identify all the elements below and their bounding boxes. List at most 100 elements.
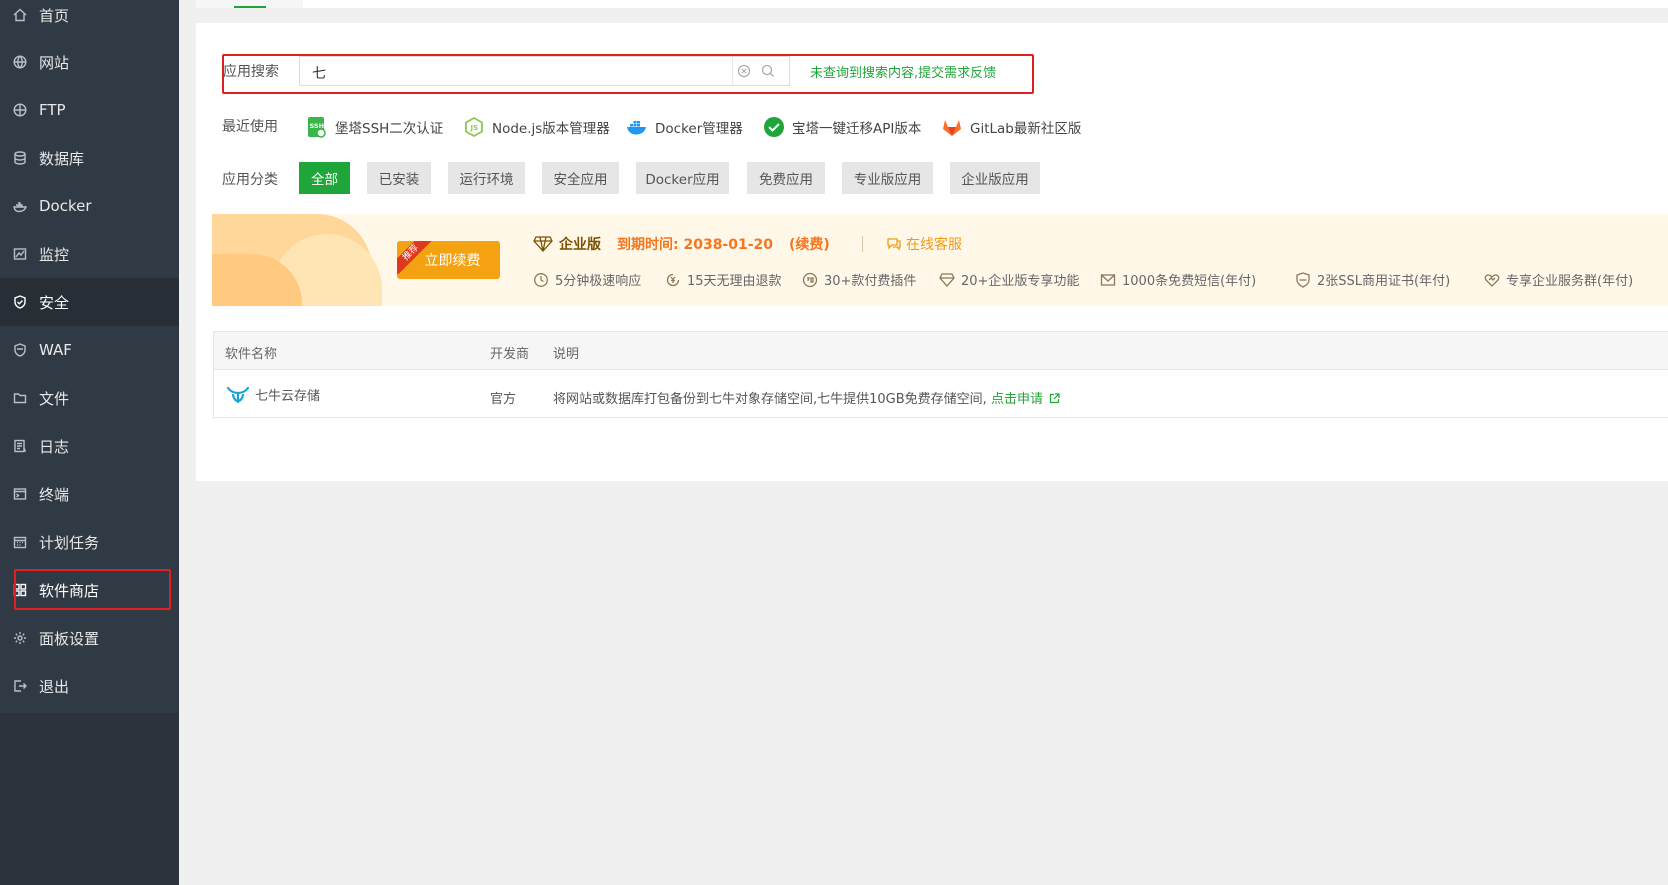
sidebar-item-cron[interactable]: 计划任务 [0,518,179,566]
log-icon [13,439,27,453]
sidebar-item-label: 退出 [39,677,70,696]
sidebar-item-logout[interactable]: 退出 [0,662,179,710]
sidebar-item-label: 计划任务 [39,533,100,552]
search-input-value[interactable]: 七 [312,63,326,83]
sidebar-item-panel-settings[interactable]: 面板设置 [0,614,179,662]
sidebar-item-security[interactable]: 安全 [0,278,179,326]
sidebar-item-database[interactable]: 数据库 [0,134,179,182]
category-free[interactable]: 免费应用 [747,162,825,194]
online-service-label: 在线客服 [906,237,962,253]
search-input[interactable]: 七 [299,56,790,86]
divider [862,236,863,252]
recent-item-migration[interactable]: 宝塔一键迁移API版本 [763,114,921,140]
recent-item-label: Docker管理器 [655,121,743,137]
sidebar-item-logs[interactable]: 日志 [0,422,179,470]
plugin-count-icon [802,272,818,288]
renew-link[interactable]: (续费) [789,234,830,254]
category-runtime[interactable]: 运行环境 [448,162,525,194]
ssl-certificate-icon [1295,271,1311,288]
refund-icon [665,272,681,288]
feature-item: 1000条免费短信(年付) [1100,270,1256,289]
description-text: 将网站或数据库打包备份到七牛对象存储空间,七牛提供10GB免费存储空间, [553,392,987,407]
database-icon [13,151,27,165]
feature-item: 5分钟极速响应 [533,270,641,289]
apply-link[interactable]: 点击申请 [991,392,1060,407]
category-pro[interactable]: 专业版应用 [842,162,933,194]
category-security[interactable]: 安全应用 [542,162,619,194]
column-header-developer: 开发商 [490,347,530,362]
clock-icon [533,272,549,288]
sidebar-item-label: 安全 [39,293,70,312]
sidebar-item-home[interactable]: 首页 [0,0,179,39]
feature-item: 专享企业服务群(年付) [1484,270,1633,289]
recent-item-label: GitLab最新社区版 [970,121,1082,137]
sidebar-item-waf[interactable]: WAF [0,326,179,374]
clear-icon[interactable] [737,64,751,78]
feature-item: 15天无理由退款 [665,270,782,289]
mail-icon [1100,272,1116,288]
sidebar-item-label: 面板设置 [39,629,100,648]
search-icon[interactable] [761,64,775,78]
app-store-highlight-box [14,569,171,610]
enterprise-info: 企业版 到期时间: 2038-01-20 (续费) [533,234,830,254]
logout-icon [13,679,27,693]
category-installed[interactable]: 已安装 [367,162,431,194]
category-all[interactable]: 全部 [299,162,350,194]
renew-now-button[interactable]: 推荐 立即续费 [397,241,500,279]
feature-label: 30+款付费插件 [824,274,917,289]
sidebar-item-website[interactable]: 网站 [0,38,179,86]
svg-text:JS: JS [470,124,479,132]
globe-icon [13,55,27,69]
calendar-icon [13,535,27,549]
sidebar-item-label: 文件 [39,389,70,408]
sidebar-item-label: 数据库 [39,149,85,168]
ftp-globe-icon [13,103,27,117]
category-docker[interactable]: Docker应用 [636,162,729,194]
software-table: 软件名称 开发商 说明 七牛云存储 官方 将网站或数据库打包备份到七牛对象存储空… [213,331,1668,418]
sidebar-item-label: Docker [39,197,92,215]
qiniu-logo-icon [227,386,249,403]
software-name-cell: 七牛云存储 [227,385,320,404]
search-label: 应用搜索 [223,64,279,80]
sidebar-item-label: WAF [39,341,72,359]
sidebar-item-docker[interactable]: Docker [0,182,179,230]
category-enterprise[interactable]: 企业版应用 [950,162,1040,194]
heart-handshake-icon [1484,272,1500,288]
renew-now-label: 立即续费 [424,253,481,269]
sidebar: 首页 网站 FTP 数据库 Docker 监控 安全 WAF 文件 日志 终端 [0,0,179,885]
sidebar-item-ftp[interactable]: FTP [0,86,179,134]
external-link-icon [1050,393,1060,404]
online-service-link[interactable]: 在线客服 [886,234,962,254]
expire-date: 到期时间: 2038-01-20 [617,237,774,253]
column-header-name: 软件名称 [225,347,278,362]
feedback-link[interactable]: 未查询到搜索内容,提交需求反馈 [810,62,996,81]
monitor-chart-icon [13,247,27,261]
category-label: 应用分类 [222,172,278,188]
recent-item-nodejs[interactable]: JS Node.js版本管理器 [463,114,610,140]
sidebar-item-monitor[interactable]: 监控 [0,230,179,278]
recent-item-label: 宝塔一键迁移API版本 [792,121,922,137]
sidebar-item-label: 首页 [39,6,70,25]
sidebar-item-label: FTP [39,101,66,119]
docker-icon [13,199,27,213]
home-icon [13,8,27,22]
feature-item: 30+款付费插件 [802,270,916,289]
feature-item: 20+企业版专享功能 [939,270,1079,289]
nodejs-icon: JS [463,116,485,138]
recent-label: 最近使用 [222,119,278,135]
diamond-icon [939,272,955,288]
sidebar-item-files[interactable]: 文件 [0,374,179,422]
feature-label: 1000条免费短信(年付) [1122,274,1257,289]
recent-item-docker-manager[interactable]: Docker管理器 [626,114,743,140]
check-circle-icon [763,116,785,138]
apply-link-label: 点击申请 [990,392,1043,407]
recent-item-ssh-auth[interactable]: SSH 堡塔SSH二次认证 [306,114,443,140]
feature-label: 15天无理由退款 [687,274,782,289]
sidebar-item-terminal[interactable]: 终端 [0,470,179,518]
software-name: 七牛云存储 [255,389,321,404]
tab-indicator [234,6,266,8]
ssh-icon: SSH [306,116,328,138]
tab-strip [196,0,1668,8]
recent-item-gitlab[interactable]: GitLab最新社区版 [941,114,1081,140]
docker-whale-icon [626,116,648,138]
